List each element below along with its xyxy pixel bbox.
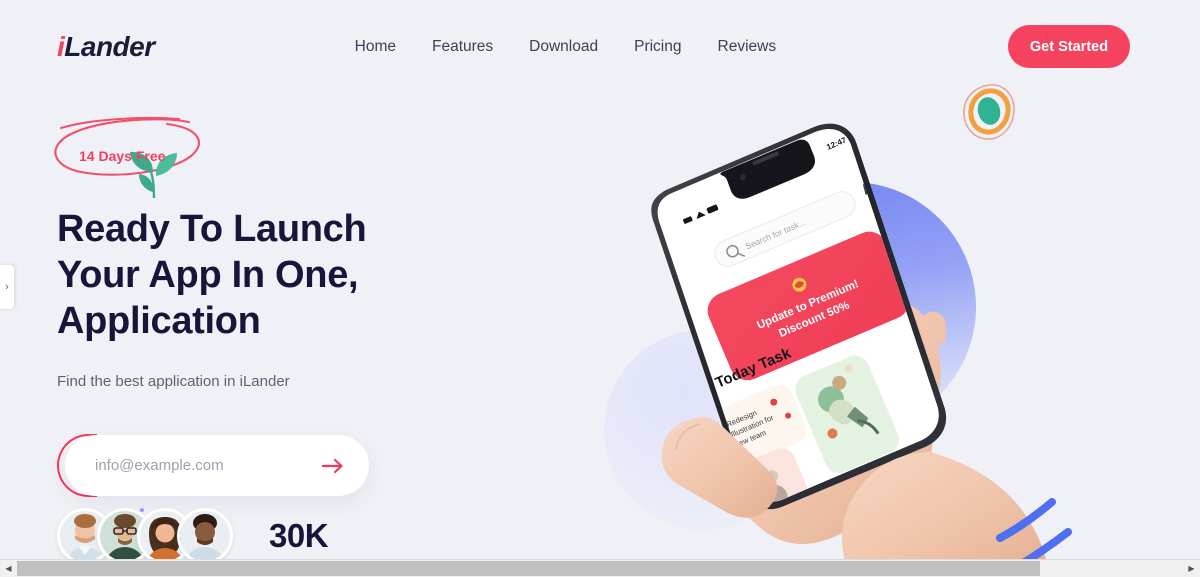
sidebar-toggle-tab[interactable]: ›: [0, 265, 14, 309]
email-signup: [57, 434, 369, 512]
free-trial-badge: 14 Days Free: [54, 116, 257, 199]
hero-content: 14 Days Free Ready To Launch Your App In…: [54, 116, 487, 512]
get-started-button[interactable]: Get Started: [1008, 25, 1130, 68]
chevron-right-icon: ›: [5, 281, 9, 293]
email-field-container: [65, 435, 369, 496]
avatar-group: [57, 508, 233, 564]
user-count: 30K: [269, 517, 329, 554]
arrow-right-icon: [322, 458, 343, 473]
avatar: [177, 508, 233, 564]
nav-item-pricing[interactable]: Pricing: [634, 38, 681, 56]
logo[interactable]: iLander: [57, 31, 155, 63]
page-title: Ready To Launch Your App In One, Applica…: [57, 208, 367, 342]
scrollbar-right-button[interactable]: ▶: [1183, 560, 1200, 577]
nav-item-features[interactable]: Features: [432, 38, 493, 56]
horizontal-scrollbar[interactable]: ◀ ▶: [0, 559, 1200, 577]
nav-item-home[interactable]: Home: [355, 38, 396, 56]
triangle-left-icon: ◀: [5, 564, 12, 573]
badge-label: 14 Days Free: [79, 148, 166, 164]
phone-mockup-illustration: 12:47 Search for task... Update to Premi…: [600, 100, 1200, 577]
hero-subtitle: Find the best application in iLander: [57, 373, 290, 390]
scrollbar-left-button[interactable]: ◀: [0, 560, 17, 577]
email-input[interactable]: [95, 457, 319, 474]
email-submit-button[interactable]: [319, 452, 347, 480]
scrollbar-thumb[interactable]: [17, 561, 1040, 576]
nav-item-reviews[interactable]: Reviews: [718, 38, 777, 56]
triangle-right-icon: ▶: [1188, 564, 1195, 573]
nav-item-download[interactable]: Download: [529, 38, 598, 56]
social-proof: 30K: [57, 508, 329, 564]
scrollbar-track[interactable]: [17, 560, 1183, 577]
main-nav: Home Features Download Pricing Reviews: [355, 38, 776, 56]
logo-rest: Lander: [64, 30, 155, 62]
landing-page: iLander Home Features Download Pricing R…: [0, 0, 1200, 577]
